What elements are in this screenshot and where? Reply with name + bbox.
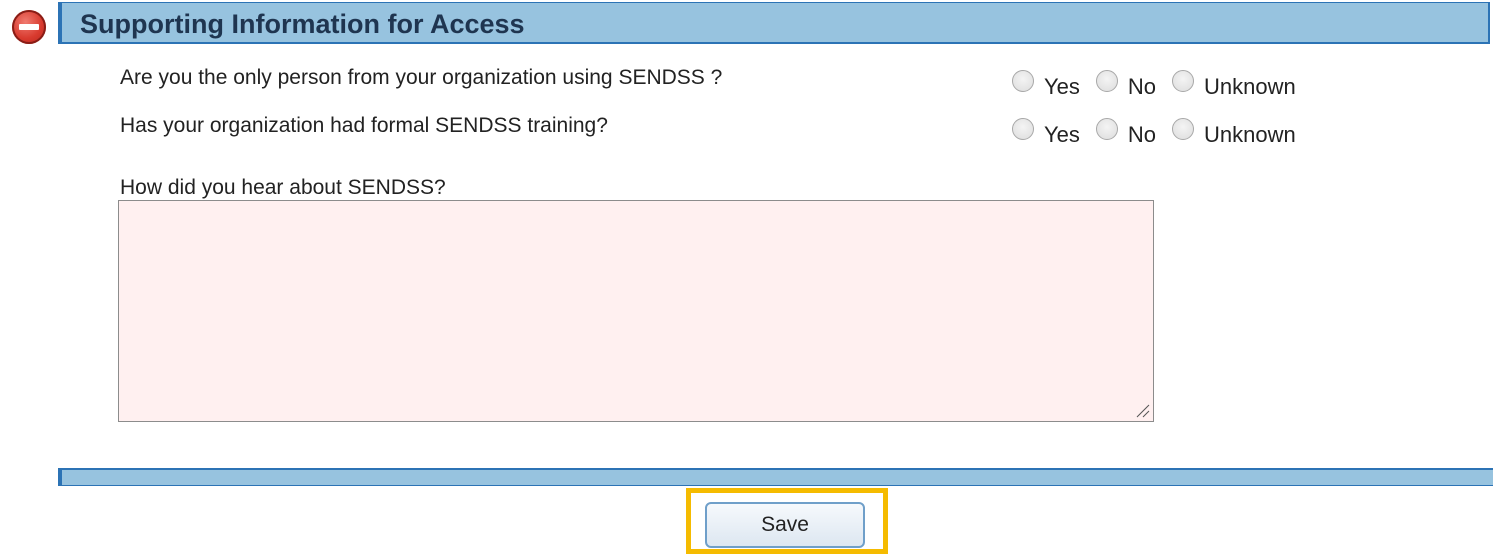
radio-option-unknown[interactable]: Unknown [1172, 66, 1296, 100]
radio-label: Yes [1044, 74, 1080, 99]
radio-label: Yes [1044, 122, 1080, 147]
question-only-person-label: Are you the only person from your organi… [120, 66, 723, 89]
minus-circle-icon[interactable] [12, 10, 46, 44]
hear-about-label: How did you hear about SENDSS? [120, 176, 446, 199]
radio-button[interactable] [1012, 118, 1034, 140]
radio-group-only-person: Yes No Unknown [1012, 66, 1312, 100]
radio-button[interactable] [1012, 70, 1034, 92]
section-footer-bar [58, 468, 1493, 486]
radio-button[interactable] [1095, 70, 1118, 92]
radio-label: No [1127, 74, 1157, 99]
question-formal-training-label: Has your organization had formal SENDSS … [120, 114, 608, 137]
radio-option-unknown[interactable]: Unknown [1172, 114, 1296, 148]
save-button[interactable]: Save [705, 502, 865, 548]
hear-about-textarea[interactable] [118, 200, 1154, 422]
radio-option-yes[interactable]: Yes [1012, 66, 1080, 100]
section-header: Supporting Information for Access [58, 2, 1490, 44]
form-page: Supporting Information for Access Are yo… [0, 0, 1493, 557]
radio-label: Unknown [1204, 122, 1296, 147]
radio-option-yes[interactable]: Yes [1012, 114, 1080, 148]
radio-button[interactable] [1095, 118, 1118, 140]
radio-option-no[interactable]: No [1095, 114, 1157, 148]
radio-group-formal-training: Yes No Unknown [1012, 114, 1312, 148]
radio-label: No [1127, 122, 1157, 147]
radio-button[interactable] [1172, 118, 1195, 140]
radio-label: Unknown [1204, 74, 1296, 99]
resize-handle-icon[interactable] [1134, 402, 1150, 418]
section-title: Supporting Information for Access [80, 9, 525, 39]
radio-button[interactable] [1172, 70, 1195, 92]
radio-option-no[interactable]: No [1095, 66, 1157, 100]
